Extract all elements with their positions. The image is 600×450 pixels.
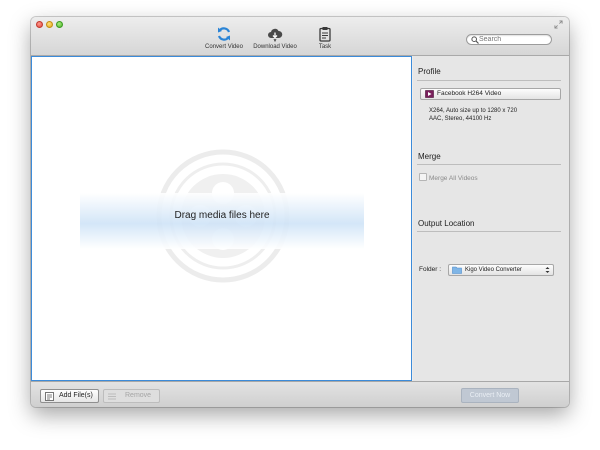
add-files-label: Add File(s) [59,392,93,399]
profile-divider [417,80,561,81]
search-icon [471,36,479,44]
merge-all-videos-checkbox[interactable]: Merge All Videos [419,173,478,182]
settings-panel: Profile Facebook H264 Video X264, Auto s… [413,56,569,381]
remove-button[interactable]: Remove [103,389,160,403]
task-button[interactable]: Task [313,26,337,50]
profile-desc-audio: AAC, Stereo, 44100 Hz [429,116,492,122]
minimize-window-button[interactable] [46,21,53,28]
remove-list-icon [108,393,116,400]
remove-label: Remove [125,392,152,399]
zoom-window-button[interactable] [56,21,63,28]
download-video-label: Download Video [253,44,297,50]
folder-label: Folder : [419,266,442,273]
output-location-title: Output Location [418,219,475,228]
updown-arrow-icon [545,267,550,273]
merge-checkbox-label: Merge All Videos [429,175,478,182]
folder-value: Kigo Video Converter [465,267,522,273]
folder-select[interactable]: Kigo Video Converter [448,264,554,276]
merge-title: Merge [418,152,441,161]
output-divider [417,231,561,232]
convert-video-label: Convert Video [205,44,243,50]
app-window: Convert Video Download Video Task Search… [31,17,569,407]
profile-button-label: Facebook H264 Video [437,90,502,97]
clipboard-icon [319,27,331,42]
profile-description: X264, Auto size up to 1280 x 720 AAC, St… [429,107,517,123]
drop-zone-highlight [80,193,364,249]
close-window-button[interactable] [36,21,43,28]
profile-select-button[interactable]: Facebook H264 Video [420,88,561,100]
add-files-button[interactable]: Add File(s) [40,389,99,403]
convert-video-button[interactable]: Convert Video [203,26,245,50]
convert-now-button[interactable]: Convert Now [461,388,519,403]
profile-desc-video: X264, Auto size up to 1280 x 720 [429,108,518,114]
cloud-download-icon [268,28,283,42]
profile-title: Profile [418,67,441,76]
fullscreen-icon[interactable] [554,20,563,29]
bottom-bar: Add File(s) Remove Convert Now [31,381,569,407]
folder-icon [452,266,462,274]
search-field[interactable] [466,34,552,45]
download-video-button[interactable]: Download Video [251,26,299,50]
video-file-icon [425,90,434,98]
toolbar: Convert Video Download Video Task [31,17,569,56]
task-label: Task [318,44,332,50]
merge-divider [417,164,561,165]
refresh-icon [217,27,231,41]
drop-zone-text: Drag media files here [174,210,270,221]
search-input[interactable] [479,35,549,44]
media-drop-zone[interactable]: Drag media files here [31,56,412,381]
add-file-icon [45,392,54,401]
checkbox-box[interactable] [419,173,427,181]
